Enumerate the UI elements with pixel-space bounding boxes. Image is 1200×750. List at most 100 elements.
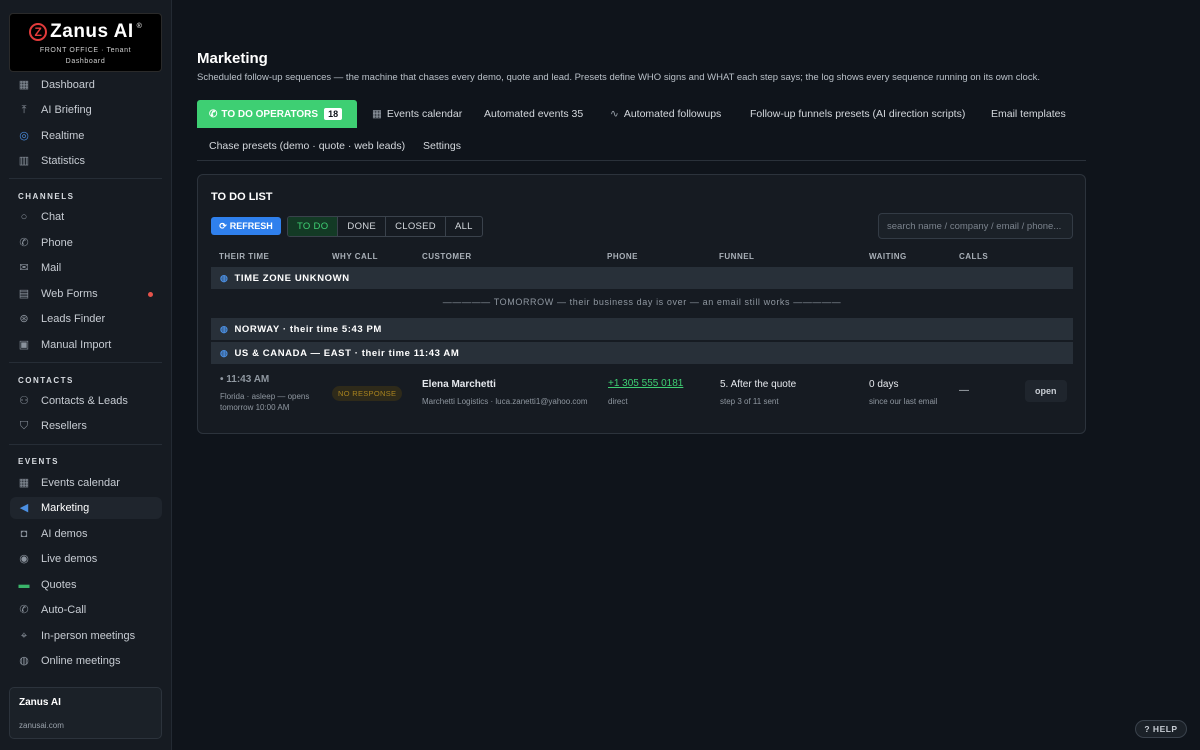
sidebar-item-realtime[interactable]: ◎ Realtime <box>10 125 162 147</box>
divider <box>9 444 162 445</box>
tab-funnels-presets[interactable]: Follow-up funnels presets (AI direction … <box>750 108 965 120</box>
refresh-icon: ⟳ <box>219 220 227 231</box>
group-us-canada-east[interactable]: ◍ US & CANADA — EAST · their time 11:43 … <box>211 342 1073 364</box>
brand-card[interactable]: Zanus AI zanusai.com <box>9 687 162 739</box>
group-timezone-unknown[interactable]: ◍ TIME ZONE UNKNOWN <box>211 267 1073 289</box>
globe-icon: ◍ <box>220 323 229 334</box>
filter-done[interactable]: DONE <box>338 217 387 236</box>
users-icon: ⚇ <box>19 395 29 407</box>
status-filter: TO DO DONE CLOSED ALL <box>287 216 483 237</box>
page-description: Scheduled follow-up sequences — the mach… <box>197 72 1040 83</box>
refresh-button[interactable]: ⟳ REFRESH <box>211 217 281 235</box>
filter-todo[interactable]: TO DO <box>288 217 339 236</box>
globe-icon: ◎ <box>19 130 29 142</box>
divider <box>9 178 162 179</box>
why-call-badge: NO RESPONSE <box>332 386 403 401</box>
column-customer: CUSTOMER <box>422 252 472 261</box>
group-norway[interactable]: ◍ NORWAY · their time 5:43 PM <box>211 318 1073 340</box>
video-icon: ◉ <box>19 553 29 565</box>
sidebar-item-auto-call[interactable]: ✆ Auto-Call <box>10 599 162 621</box>
chat-icon: ○ <box>20 211 28 223</box>
sidebar-item-marketing[interactable]: ◀ Marketing <box>10 497 162 519</box>
waiting-days: 0 days <box>869 379 899 390</box>
phone-icon: ✆ <box>209 108 218 120</box>
sidebar-item-live-demos[interactable]: ◉ Live demos <box>10 548 162 570</box>
sidebar-item-leads-finder[interactable]: ⊛ Leads Finder <box>10 308 162 330</box>
quote-icon: ▬ <box>18 579 30 591</box>
calls-count: — <box>959 385 969 396</box>
tab-automated-events[interactable]: Automated events 35 <box>484 108 583 120</box>
todo-count-badge: 18 <box>324 108 343 120</box>
sidebar-item-quotes[interactable]: ▬ Quotes <box>10 574 162 596</box>
grid-icon: ▦ <box>18 79 30 91</box>
filter-closed[interactable]: CLOSED <box>386 217 446 236</box>
sidebar-item-manual-import[interactable]: ▣ Manual Import <box>10 334 162 356</box>
section-channels: CHANNELS <box>18 192 75 201</box>
globe-icon: ◍ <box>220 272 229 283</box>
mail-icon: ✉ <box>19 262 29 274</box>
column-calls: CALLS <box>959 252 989 261</box>
sidebar-item-mail[interactable]: ✉ Mail <box>10 257 162 279</box>
waiting-note: since our last email <box>869 397 938 406</box>
sidebar-item-ai-briefing[interactable]: ⤒ AI Briefing <box>10 99 162 121</box>
column-funnel: FUNNEL <box>719 252 755 261</box>
funnel-step: step 3 of 11 sent <box>720 397 779 406</box>
megaphone-icon: ◀ <box>19 502 29 514</box>
row-time-note-2: tomorrow 10:00 AM <box>220 403 290 412</box>
customer-phone-link[interactable]: +1 305 555 0181 <box>608 378 683 389</box>
notification-dot <box>148 292 153 297</box>
handshake-icon: ⛉ <box>19 420 29 432</box>
tab-events-calendar[interactable]: ▦ Events calendar <box>372 108 462 120</box>
column-waiting: WAITING <box>869 252 907 261</box>
globe-icon: ◍ <box>220 347 229 358</box>
sidebar-item-events-calendar[interactable]: ▦ Events calendar <box>10 472 162 494</box>
target-icon: ⊛ <box>19 313 29 325</box>
robot-icon: ◘ <box>20 528 28 540</box>
brand-url: zanusai.com <box>19 721 64 730</box>
logo[interactable]: Z Zanus AI ® FRONT OFFICE · Tenant Dashb… <box>9 13 162 72</box>
open-button[interactable]: open <box>1025 380 1067 402</box>
sidebar-item-web-forms[interactable]: ▤ Web Forms <box>10 283 162 305</box>
column-phone: PHONE <box>607 252 638 261</box>
upload-icon: ⤒ <box>21 104 27 116</box>
sidebar-item-online-meetings[interactable]: ◍ Online meetings <box>10 650 162 672</box>
sidebar-item-dashboard[interactable]: ▦ Dashboard <box>10 74 162 96</box>
help-button[interactable]: ? HELP <box>1135 720 1187 738</box>
import-icon: ▣ <box>18 339 30 351</box>
page-title: Marketing <box>197 50 268 67</box>
sidebar-item-in-person-meetings[interactable]: ⌖ In-person meetings <box>10 625 162 647</box>
logo-registered: ® <box>136 23 142 30</box>
logo-mark-icon: Z <box>29 23 48 41</box>
bar-chart-icon: ▥ <box>18 155 30 167</box>
sidebar-item-ai-demos[interactable]: ◘ AI demos <box>10 523 162 545</box>
customer-name: Elena Marchetti <box>422 379 496 390</box>
logo-subtitle-2: Dashboard <box>65 58 106 65</box>
phone-type: direct <box>608 397 628 406</box>
tab-email-templates[interactable]: Email templates <box>991 108 1066 120</box>
divider <box>9 362 162 363</box>
sidebar: Z Zanus AI ® FRONT OFFICE · Tenant Dashb… <box>0 0 172 750</box>
customer-company: Marchetti Logistics · luca.zanetti1@yaho… <box>422 397 588 406</box>
phone-icon: ✆ <box>19 237 29 249</box>
sidebar-item-contacts-leads[interactable]: ⚇ Contacts & Leads <box>10 390 162 412</box>
section-events: EVENTS <box>18 457 60 466</box>
tab-chase-presets[interactable]: Chase presets (demo · quote · web leads) <box>209 140 405 152</box>
form-icon: ▤ <box>18 288 30 300</box>
sidebar-item-phone[interactable]: ✆ Phone <box>10 232 162 254</box>
pin-icon: ⌖ <box>20 630 28 642</box>
tab-automated-followups[interactable]: ∿ Automated followups <box>610 108 721 120</box>
calendar-icon: ▦ <box>372 108 382 120</box>
logo-name: Zanus AI <box>50 21 134 42</box>
online-meeting-icon: ◍ <box>19 655 29 667</box>
tab-settings[interactable]: Settings <box>423 140 461 152</box>
row-their-time: • 11:43 AM <box>220 374 270 385</box>
filter-all[interactable]: ALL <box>446 217 482 236</box>
sidebar-item-resellers[interactable]: ⛉ Resellers <box>10 415 162 437</box>
sidebar-item-chat[interactable]: ○ Chat <box>10 206 162 228</box>
sidebar-item-statistics[interactable]: ▥ Statistics <box>10 150 162 172</box>
tab-todo-operators[interactable]: ✆ TO DO OPERATORS 18 <box>197 100 357 128</box>
column-their-time: THEIR TIME <box>219 252 270 261</box>
section-contacts: CONTACTS <box>18 376 74 385</box>
row-time-note: Florida · asleep — opens <box>220 392 310 401</box>
search-input[interactable] <box>878 213 1073 239</box>
